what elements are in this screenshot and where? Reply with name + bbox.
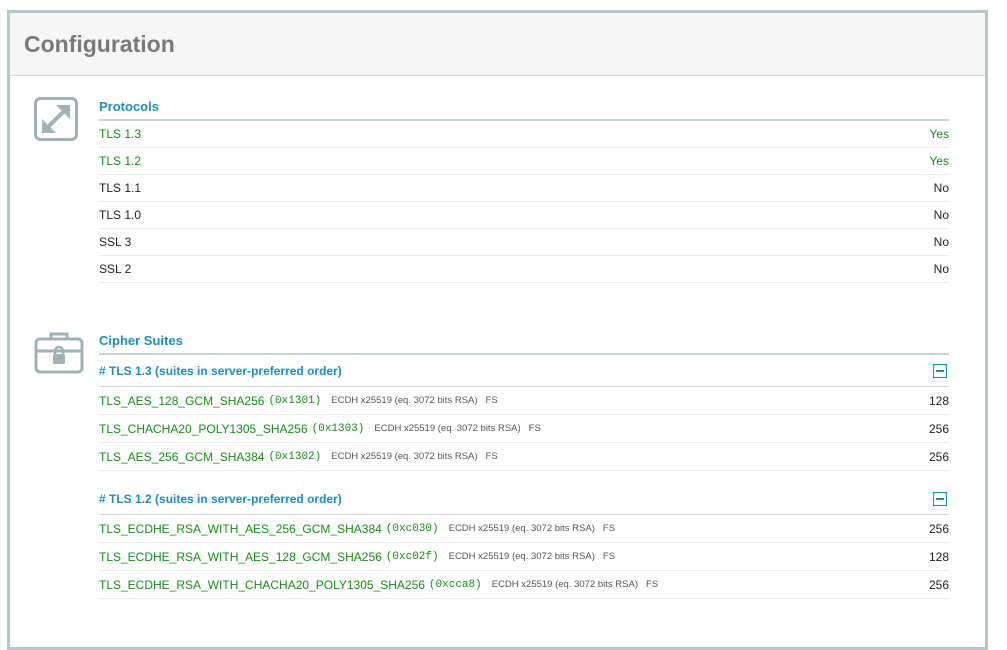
cipher-suite-name: TLS_AES_128_GCM_SHA256 (99, 393, 265, 408)
cipher-suite-row: TLS_AES_256_GCM_SHA384 (0x1302) ECDH x2551… (99, 443, 949, 471)
cipher-suite-name: TLS_ECDHE_RSA_WITH_AES_128_GCM_SHA256 (99, 549, 382, 564)
protocol-name: TLS 1.1 (99, 181, 142, 195)
cipher-strength-bits: 256 (928, 421, 949, 436)
protocol-support: Yes (929, 154, 949, 168)
cipher-suite-row: TLS_ECDHE_RSA_WITH_AES_256_GCM_SHA384 (0x… (99, 515, 949, 543)
cipher-suite-code: (0x1302) (268, 450, 322, 463)
protocol-name: TLS 1.2 (99, 154, 142, 168)
cipher-strength-bits: 128 (928, 393, 949, 408)
protocol-support: No (933, 235, 949, 249)
key-exchange-info: ECDH x25519 (eq. 3072 bits RSA) (331, 451, 478, 462)
cipher-suite-name: TLS_AES_256_GCM_SHA384 (99, 449, 265, 464)
minus-square-icon[interactable] (933, 491, 947, 506)
panel-header: Configuration (10, 13, 985, 76)
cipher-suites-table: Cipher Suites # TLS 1.3 (suites in serve… (99, 331, 949, 599)
cipher-suite-row: TLS_AES_128_GCM_SHA256 (0x1301) ECDH x2551… (99, 387, 949, 415)
cipher-strength-bits: 256 (928, 521, 949, 536)
protocol-name: SSL 3 (99, 235, 132, 249)
forward-secrecy-badge: FS (485, 451, 498, 462)
protocol-row: TLS 1.3 Yes (99, 121, 949, 148)
cipher-strength-bits: 128 (928, 549, 949, 564)
protocol-support: No (933, 208, 949, 222)
forward-secrecy-badge: FS (528, 423, 541, 434)
protocol-name: TLS 1.3 (99, 127, 142, 141)
protocol-row: TLS 1.1 No (99, 175, 949, 202)
toolbox-lock-icon (34, 331, 84, 380)
cipher-strength-bits: 256 (928, 577, 949, 592)
cipher-suite-code: (0xc02f) (385, 550, 439, 563)
configuration-panel: Configuration Protocols TLS 1.3 Yes TLS 1.… (7, 10, 988, 650)
key-exchange-info: ECDH x25519 (eq. 3072 bits RSA) (448, 523, 595, 534)
protocol-row: SSL 3 No (99, 229, 949, 256)
forward-secrecy-badge: FS (646, 579, 659, 590)
protocol-support: Yes (929, 127, 949, 141)
key-exchange-info: ECDH x25519 (eq. 3072 bits RSA) (448, 551, 595, 562)
protocol-name: SSL 2 (99, 262, 132, 276)
protocol-support: No (933, 181, 949, 195)
protocol-row: TLS 1.0 No (99, 202, 949, 229)
cipher-suites-title: Cipher Suites (99, 331, 949, 355)
expand-arrows-icon (34, 97, 78, 146)
protocol-name: TLS 1.0 (99, 208, 142, 222)
cipher-group-header: # TLS 1.3 (suites in server-preferred or… (99, 355, 949, 387)
forward-secrecy-badge: FS (602, 551, 616, 562)
cipher-suite-row: TLS_CHACHA20_POLY1305_SHA256 (0x1303) ECDH… (99, 415, 949, 443)
cipher-group-header: # TLS 1.2 (suites in server-preferred or… (99, 483, 949, 515)
cipher-suite-row: TLS_ECDHE_RSA_WITH_AES_128_GCM_SHA256 (0x… (99, 543, 949, 571)
protocols-table: Protocols TLS 1.3 Yes TLS 1.2 Yes TLS 1.1 No T… (99, 97, 949, 283)
key-exchange-info: ECDH x25519 (eq. 3072 bits RSA) (331, 395, 478, 406)
protocols-title: Protocols (99, 97, 949, 121)
cipher-group-heading: # TLS 1.2 (suites in server-preferred or… (99, 491, 342, 506)
cipher-suite-row: TLS_ECDHE_RSA_WITH_CHACHA20_POLY1305_SHA… (99, 571, 949, 599)
forward-secrecy-badge: FS (602, 523, 616, 534)
cipher-suite-name: TLS_ECDHE_RSA_WITH_AES_256_GCM_SHA384 (99, 521, 382, 536)
cipher-suite-code: (0x1303) (311, 422, 365, 435)
cipher-suite-name: TLS_CHACHA20_POLY1305_SHA256 (99, 421, 308, 436)
key-exchange-info: ECDH x25519 (eq. 3072 bits RSA) (491, 579, 639, 590)
cipher-suite-code: (0xc030) (385, 522, 439, 535)
cipher-group-heading: # TLS 1.3 (suites in server-preferred or… (99, 363, 342, 378)
cipher-suite-code: (0x1301) (268, 394, 322, 407)
cipher-suite-code: (0xcca8) (428, 578, 482, 591)
protocol-row: SSL 2 No (99, 256, 949, 283)
forward-secrecy-badge: FS (485, 395, 498, 406)
cipher-suite-name: TLS_ECDHE_RSA_WITH_CHACHA20_POLY1305_SHA… (99, 577, 425, 592)
protocol-row: TLS 1.2 Yes (99, 148, 949, 175)
protocol-support: No (933, 262, 949, 276)
cipher-strength-bits: 256 (928, 449, 949, 464)
key-exchange-info: ECDH x25519 (eq. 3072 bits RSA) (374, 423, 521, 434)
minus-square-icon[interactable] (933, 363, 947, 378)
panel-title: Configuration (24, 31, 175, 57)
